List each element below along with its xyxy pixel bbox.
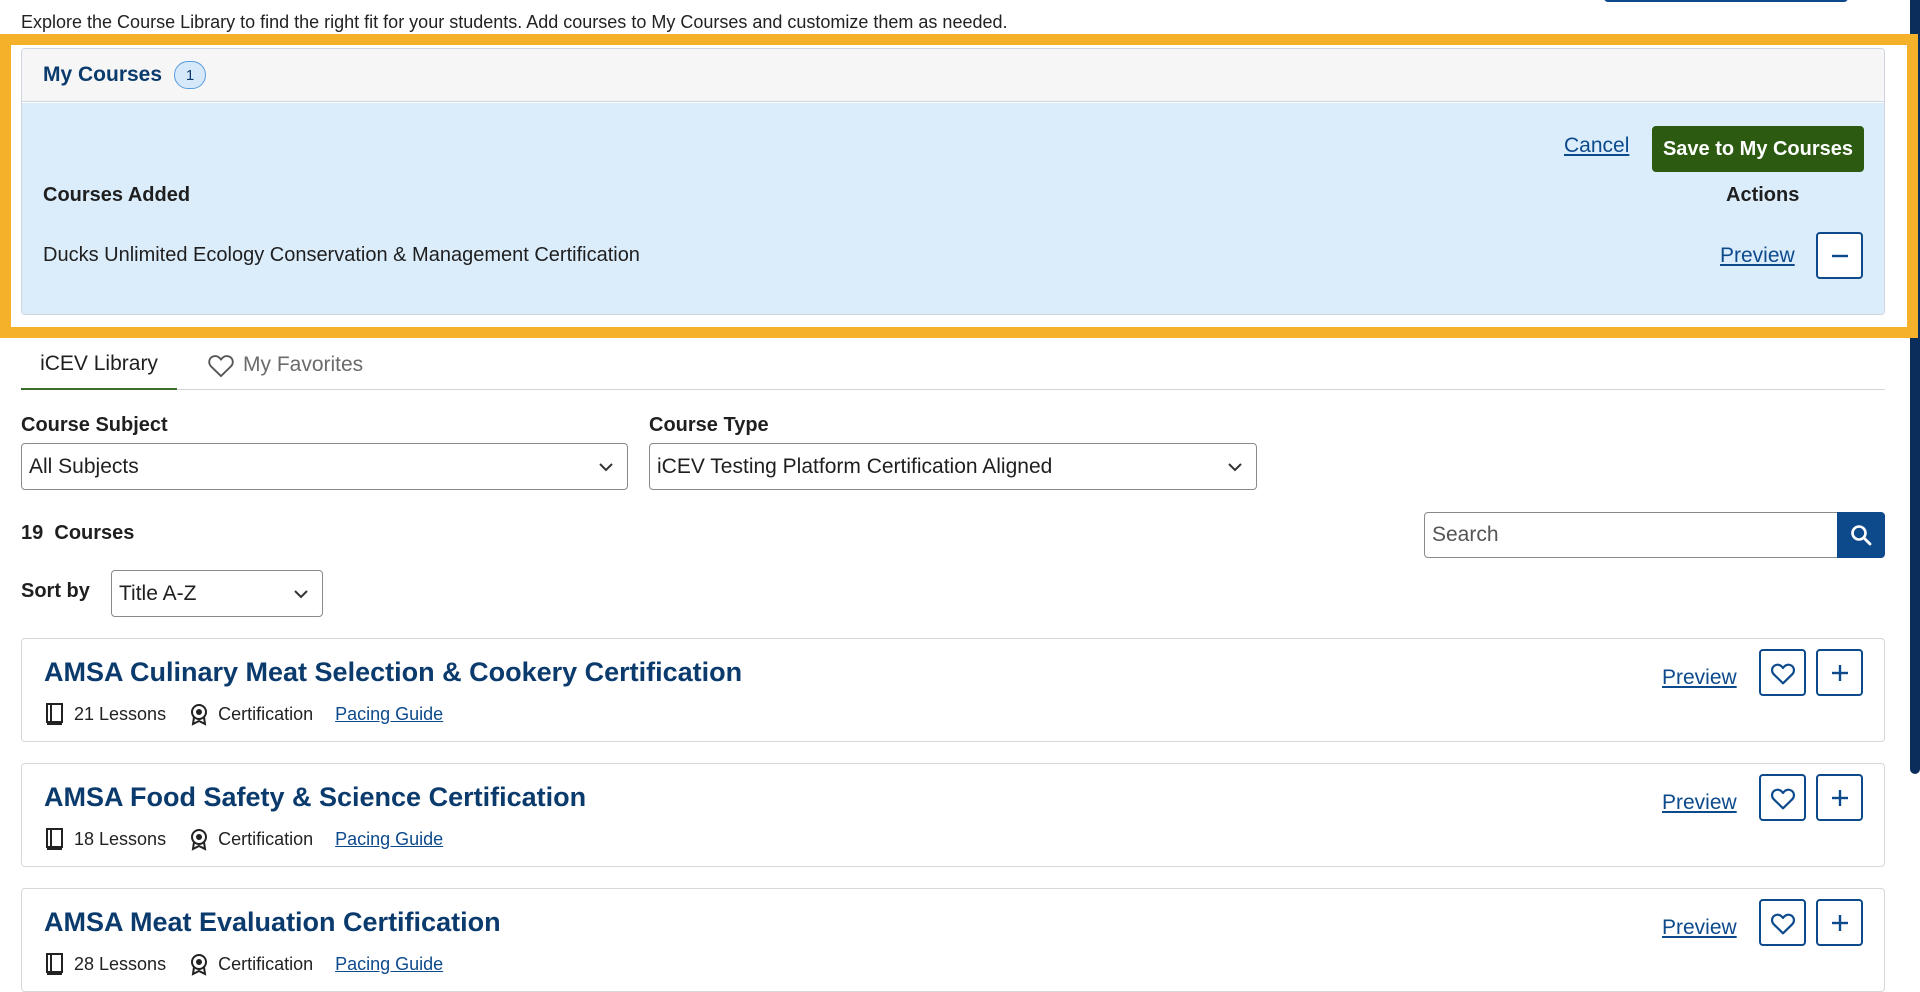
search-input[interactable]	[1424, 512, 1838, 558]
course-type-value: iCEV Testing Platform Certification Alig…	[657, 454, 1053, 478]
course-title-link[interactable]: AMSA Culinary Meat Selection & Cookery C…	[44, 657, 742, 688]
course-count: 19 Courses	[21, 522, 134, 545]
search-button[interactable]	[1837, 512, 1885, 558]
sort-by-value: Title A-Z	[119, 581, 197, 605]
sort-by-label: Sort by	[21, 580, 90, 602]
my-courses-header: My Courses 1	[22, 49, 1884, 102]
search-icon	[1851, 525, 1872, 546]
course-type-text: Certification	[218, 703, 314, 724]
plus-icon	[1831, 789, 1848, 806]
added-course-name: Ducks Unlimited Ecology Conservation & M…	[43, 244, 640, 266]
plus-icon	[1831, 914, 1848, 931]
course-meta: 18 Lessons Certification Pacing Guide	[44, 827, 443, 851]
course-subject-select[interactable]: All Subjects	[21, 443, 628, 490]
chevron-down-icon	[1228, 463, 1242, 472]
heart-outline-icon	[208, 355, 234, 378]
course-title-link[interactable]: AMSA Meat Evaluation Certification	[44, 907, 501, 938]
cancel-link[interactable]: Cancel	[1564, 134, 1629, 158]
course-preview-link[interactable]: Preview	[1662, 666, 1737, 690]
course-type-text: Certification	[218, 953, 314, 974]
course-count-number: 19	[21, 522, 44, 544]
add-course-button[interactable]	[1816, 774, 1863, 821]
favorite-button[interactable]	[1759, 774, 1806, 821]
course-card: AMSA Food Safety & Science Certification…	[21, 763, 1885, 867]
intro-text: Explore the Course Library to find the r…	[21, 12, 1008, 32]
pacing-guide-link[interactable]: Pacing Guide	[335, 954, 443, 975]
course-type-tag: Certification	[188, 827, 313, 851]
remove-course-button[interactable]	[1816, 232, 1863, 279]
course-title-link[interactable]: AMSA Food Safety & Science Certification	[44, 782, 586, 813]
pacing-guide-link[interactable]: Pacing Guide	[335, 704, 443, 725]
chevron-down-icon	[294, 590, 308, 599]
book-icon	[46, 953, 63, 975]
minus-icon	[1831, 254, 1848, 257]
favorite-button[interactable]	[1759, 649, 1806, 696]
lessons-text: 18 Lessons	[74, 828, 167, 849]
pacing-guide-link[interactable]: Pacing Guide	[335, 829, 443, 850]
heart-outline-icon	[1770, 788, 1795, 809]
plus-icon	[1831, 664, 1848, 681]
my-courses-body: Cancel Save to My Courses Courses Added …	[22, 103, 1884, 314]
add-course-button[interactable]	[1816, 899, 1863, 946]
certification-badge-icon	[191, 704, 208, 726]
library-tabs: iCEV Library My Favorites	[21, 340, 1885, 390]
sort-by-select[interactable]: Title A-Z	[111, 570, 323, 617]
course-preview-link[interactable]: Preview	[1662, 916, 1737, 940]
lessons-text: 28 Lessons	[74, 953, 167, 974]
certification-badge-icon	[191, 954, 208, 976]
course-meta: 28 Lessons Certification Pacing Guide	[44, 952, 443, 976]
tab-label: iCEV Library	[40, 352, 158, 375]
course-type-select[interactable]: iCEV Testing Platform Certification Alig…	[649, 443, 1257, 490]
course-count-word: Courses	[54, 522, 135, 544]
course-subject-label: Course Subject	[21, 414, 168, 436]
lessons-text: 21 Lessons	[74, 703, 167, 724]
lessons-count: 28 Lessons	[44, 952, 166, 976]
course-meta: 21 Lessons Certification Pacing Guide	[44, 702, 443, 726]
course-type-tag: Certification	[188, 952, 313, 976]
heart-outline-icon	[1770, 663, 1795, 684]
my-courses-panel: My Courses 1 Cancel Save to My Courses C…	[21, 48, 1885, 315]
added-course-preview-link[interactable]: Preview	[1720, 244, 1795, 268]
add-course-button[interactable]	[1816, 649, 1863, 696]
my-courses-count-badge: 1	[174, 61, 207, 89]
tab-my-favorites[interactable]: My Favorites	[207, 340, 363, 390]
course-type-text: Certification	[218, 828, 314, 849]
lessons-count: 18 Lessons	[44, 827, 166, 851]
course-card: AMSA Meat Evaluation Certification 28 Le…	[21, 888, 1885, 992]
course-preview-link[interactable]: Preview	[1662, 791, 1737, 815]
book-icon	[46, 703, 63, 725]
course-type-label: Course Type	[649, 414, 769, 436]
save-to-my-courses-button[interactable]: Save to My Courses	[1652, 126, 1864, 172]
book-icon	[46, 828, 63, 850]
favorite-button[interactable]	[1759, 899, 1806, 946]
lessons-count: 21 Lessons	[44, 702, 166, 726]
actions-header: Actions	[1726, 184, 1800, 206]
courses-added-header: Courses Added	[43, 184, 191, 206]
chevron-down-icon	[599, 463, 613, 472]
tab-label: My Favorites	[243, 353, 364, 376]
certification-badge-icon	[191, 829, 208, 851]
heart-outline-icon	[1770, 913, 1795, 934]
course-type-tag: Certification	[188, 702, 313, 726]
course-card: AMSA Culinary Meat Selection & Cookery C…	[21, 638, 1885, 742]
tab-icev-library[interactable]: iCEV Library	[21, 340, 177, 390]
course-subject-value: All Subjects	[29, 454, 139, 478]
my-courses-title: My Courses	[43, 63, 163, 86]
top-action-button-edge[interactable]	[1604, 0, 1848, 2]
